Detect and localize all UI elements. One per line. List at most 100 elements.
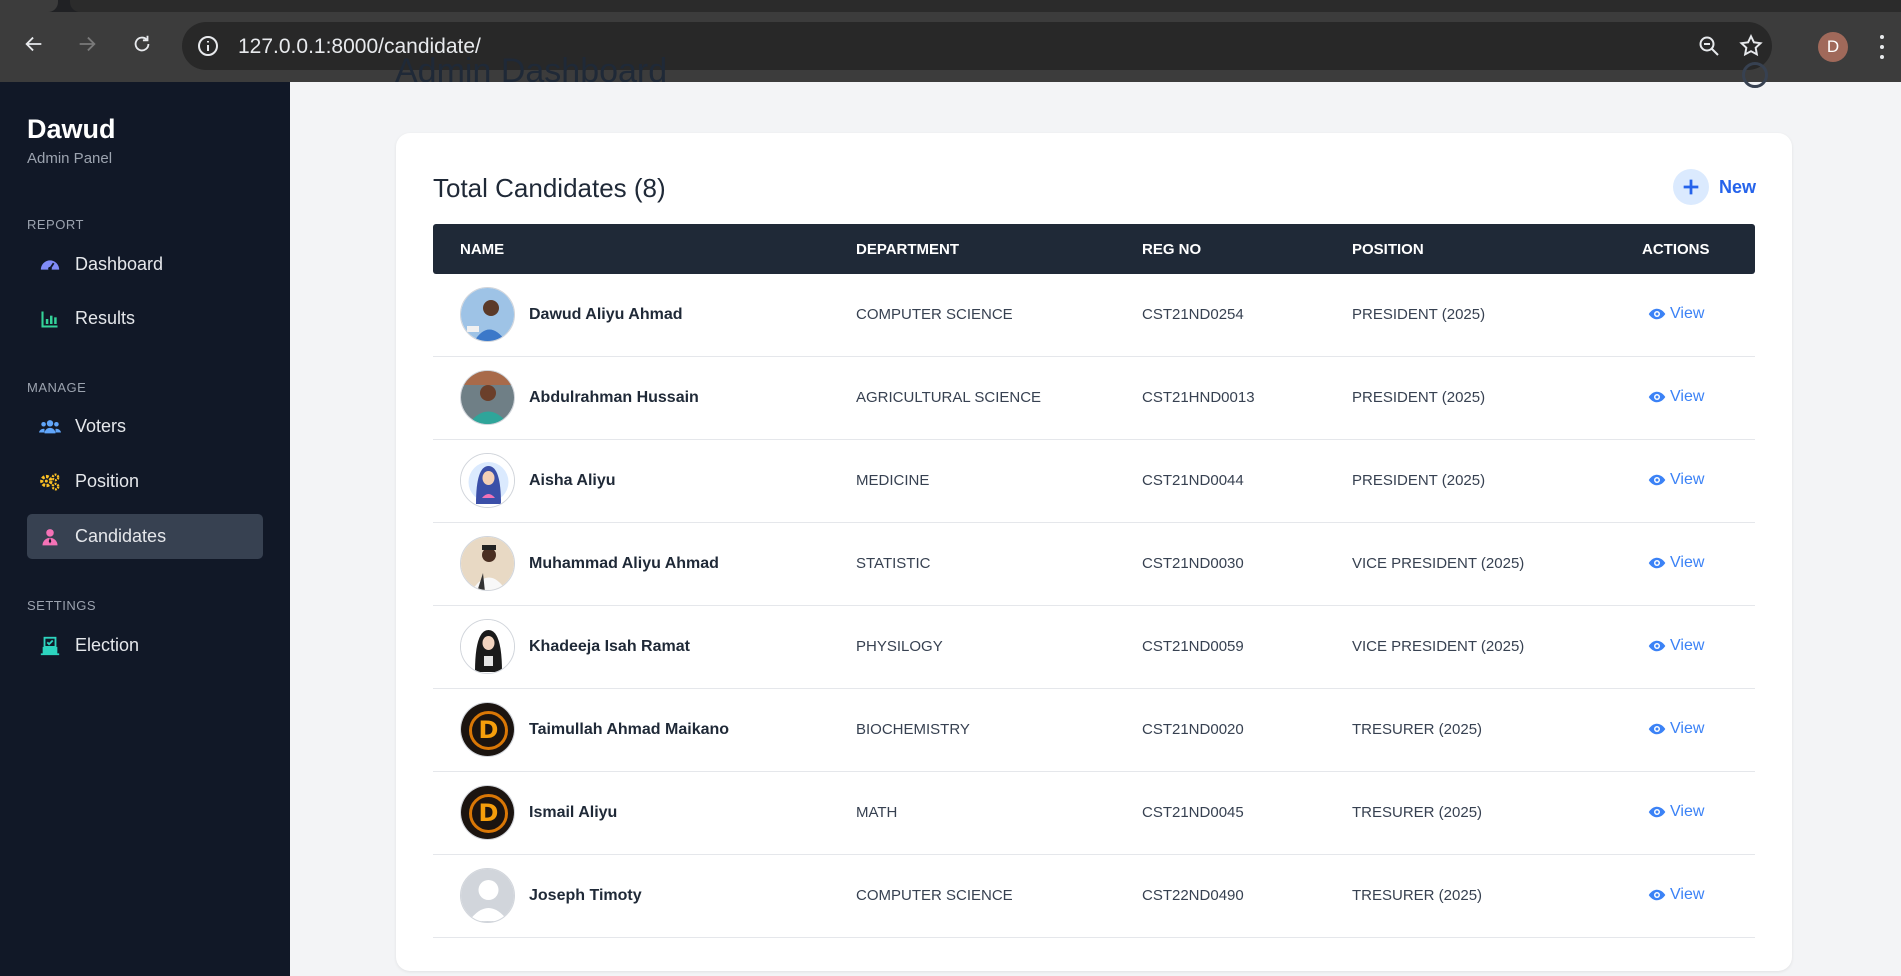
view-link[interactable]: View: [1648, 637, 1704, 655]
brand-subtitle: Admin Panel: [27, 150, 113, 167]
sidebar-item-position[interactable]: Position: [27, 459, 263, 504]
forward-button[interactable]: [73, 30, 101, 58]
view-link[interactable]: View: [1648, 720, 1704, 738]
vote-box-icon: [39, 635, 61, 657]
eye-icon: [1648, 474, 1666, 486]
sidebar-item-label: Position: [75, 471, 140, 491]
zoom-icon[interactable]: [1697, 34, 1721, 58]
eye-icon: [1648, 308, 1666, 320]
table-row: Muhammad Aliyu Ahmad STATISTIC CST21ND0030…: [433, 523, 1755, 606]
tab-strip-background: [70, 0, 1901, 12]
candidate-name: Aisha Aliyu: [529, 472, 616, 489]
candidate-position: TRESURER (2025): [1352, 804, 1483, 821]
candidate-name: Joseph Timoty: [529, 887, 642, 904]
candidate-reg-no: CST22ND0490: [1142, 887, 1244, 904]
candidate-avatar: [460, 868, 515, 923]
candidate-name: Abdulrahman Hussain: [529, 389, 699, 406]
candidate-position: TRESURER (2025): [1352, 887, 1483, 904]
candidate-department: COMPUTER SCIENCE: [856, 887, 1013, 904]
column-header-position: POSITION: [1352, 241, 1424, 258]
eye-icon: [1648, 640, 1666, 652]
arrow-right-icon: [79, 36, 96, 52]
active-tab-edge[interactable]: [0, 0, 58, 12]
candidate-name: Khadeeja Isah Ramat: [529, 638, 690, 655]
tab-strip: [0, 0, 1901, 12]
eye-icon: [1648, 723, 1666, 735]
sidebar-item-voters[interactable]: Voters: [27, 404, 263, 449]
sidebar-item-election[interactable]: Election: [27, 623, 263, 668]
gauge-icon: [39, 254, 61, 276]
sidebar-item-results[interactable]: Results: [27, 296, 263, 341]
candidate-reg-no: CST21ND0044: [1142, 472, 1244, 489]
candidate-reg-no: CST21ND0254: [1142, 306, 1244, 323]
gears-icon: [39, 471, 61, 493]
bar-chart-icon: [39, 308, 61, 330]
candidate-avatar: D: [460, 702, 515, 757]
candidate-department: STATISTIC: [856, 555, 931, 572]
candidate-position: PRESIDENT (2025): [1352, 389, 1486, 406]
candidate-department: BIOCHEMISTRY: [856, 721, 970, 738]
view-link[interactable]: View: [1648, 388, 1704, 406]
candidate-name: Ismail Aliyu: [529, 804, 618, 821]
table-row: Joseph Timoty COMPUTER SCIENCE CST22ND0490…: [433, 855, 1755, 938]
candidate-position: VICE PRESIDENT (2025): [1352, 555, 1525, 572]
sidebar-item-candidates[interactable]: Candidates: [27, 514, 263, 559]
candidates-table: NAME DEPARTMENT REG NO POSITION ACTIONS …: [433, 224, 1755, 938]
candidate-position: TRESURER (2025): [1352, 721, 1483, 738]
profile-avatar[interactable]: D: [1818, 32, 1848, 62]
candidate-reg-no: CST21ND0045: [1142, 804, 1244, 821]
table-row: Dawud Aliyu Ahmad COMPUTER SCIENCE CST21ND…: [433, 274, 1755, 357]
sidebar-item-dashboard[interactable]: Dashboard: [27, 242, 263, 287]
section-label-manage: MANAGE: [27, 380, 87, 395]
table-row: Khadeeja Isah Ramat PHYSILOGY CST21ND0059 V…: [433, 606, 1755, 689]
candidate-department: AGRICULTURAL SCIENCE: [856, 389, 1042, 406]
candidate-name: Dawud Aliyu Ahmad: [529, 306, 683, 323]
candidate-department: MATH: [856, 804, 898, 821]
candidate-reg-no: CST21HND0013: [1142, 389, 1255, 406]
reload-button[interactable]: [128, 30, 156, 58]
browser-menu-icon[interactable]: [1874, 32, 1890, 62]
section-label-report: REPORT: [27, 217, 84, 232]
plus-icon: [1673, 169, 1709, 205]
candidate-name: Taimullah Ahmad Maikano: [529, 721, 730, 738]
table-row: D Ismail Aliyu MATH CST21ND0045 TRESURER (20…: [433, 772, 1755, 855]
back-button[interactable]: [20, 30, 48, 58]
eye-icon: [1648, 806, 1666, 818]
new-candidate-button[interactable]: New: [1673, 169, 1756, 205]
view-label: View: [1670, 886, 1705, 903]
table-row: Abdulrahman Hussain AGRICULTURAL SCIENCE C…: [433, 357, 1755, 440]
view-link[interactable]: View: [1648, 554, 1704, 572]
view-link[interactable]: View: [1648, 803, 1704, 821]
candidate-reg-no: CST21ND0030: [1142, 555, 1244, 572]
view-link[interactable]: View: [1648, 471, 1704, 489]
view-label: View: [1670, 803, 1705, 820]
header-circle-icon[interactable]: [1742, 62, 1768, 88]
site-info-icon[interactable]: [196, 34, 220, 58]
scroll-clip: [290, 82, 1901, 92]
candidate-reg-no: CST21ND0059: [1142, 638, 1244, 655]
eye-icon: [1648, 391, 1666, 403]
section-label-settings: SETTINGS: [27, 598, 97, 613]
reload-icon: [134, 35, 150, 52]
view-link[interactable]: View: [1648, 886, 1704, 904]
candidate-reg-no: CST21ND0020: [1142, 721, 1244, 738]
candidate-avatar: [460, 453, 515, 508]
eye-icon: [1648, 557, 1666, 569]
user-tie-icon: [39, 526, 61, 548]
svg-text:D: D: [479, 799, 499, 827]
view-label: View: [1670, 554, 1705, 571]
table-row: Aisha Aliyu MEDICINE CST21ND0044 PRESIDENT …: [433, 440, 1755, 523]
table-row: D Taimullah Ahmad Maikano BIOCHEMISTRY CST2…: [433, 689, 1755, 772]
view-link[interactable]: View: [1648, 305, 1704, 323]
candidate-avatar: D: [460, 785, 515, 840]
sidebar-item-label: Candidates: [75, 526, 167, 546]
sidebar-item-label: Voters: [75, 416, 127, 436]
brand-name: Dawud: [27, 114, 116, 144]
table-header: NAME DEPARTMENT REG NO POSITION ACTIONS: [433, 224, 1755, 274]
view-label: View: [1670, 471, 1705, 488]
arrow-left-icon: [25, 36, 42, 52]
candidate-avatar: [460, 536, 515, 591]
candidate-name: Muhammad Aliyu Ahmad: [529, 555, 719, 572]
bookmark-star-icon[interactable]: [1738, 33, 1764, 59]
view-label: View: [1670, 637, 1705, 654]
